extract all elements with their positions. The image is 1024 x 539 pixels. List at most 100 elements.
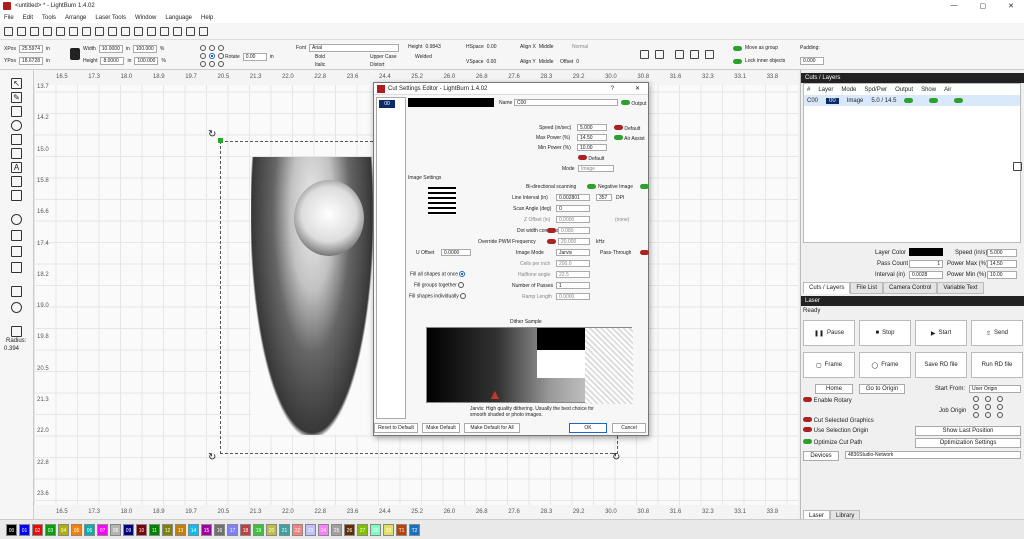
start-from-select[interactable]: User Origin [969,385,1021,393]
cancel-button[interactable]: Cancel [612,423,646,433]
tab-cuts-layers[interactable]: Cuts / Layers [803,282,851,294]
select-arrow-icon[interactable]: ↖ [11,78,22,89]
palette-swatch[interactable]: 21 [279,523,290,536]
frame-icon[interactable] [160,26,169,36]
layer-row[interactable]: C00 00 Image 5.0 / 14.5 [804,95,1020,106]
camera-icon[interactable] [173,26,182,36]
palette-swatch[interactable]: 19 [253,523,264,536]
reset-default-button[interactable]: Reset to Default [374,423,418,433]
layer-output-toggle[interactable] [904,98,914,103]
copy-icon[interactable] [69,26,78,36]
cut-selected-toggle[interactable] [803,417,812,422]
palette-swatch[interactable]: 05 [71,523,82,536]
u-offset-input[interactable]: 0.0000 [441,249,471,256]
padding-input[interactable]: 0.000 [800,57,824,65]
menu-file[interactable]: File [4,15,14,21]
rotate-input[interactable]: 0.00 [242,53,267,61]
z-offset-input[interactable]: 0.0000 [556,216,590,223]
speed-input[interactable]: 5.000 [987,249,1017,257]
palette-swatch[interactable]: 20 [266,523,277,536]
save-icon[interactable] [17,26,26,36]
maximize-button[interactable]: ▢ [980,2,987,10]
minimize-button[interactable]: — [951,2,958,10]
tab-camera-control[interactable]: Camera Control [883,282,938,294]
use-selection-origin-toggle[interactable] [803,427,812,432]
mode-select[interactable]: Image [578,165,614,172]
frame-rect-button[interactable]: ▢ Frame [803,352,855,378]
width-input[interactable]: 10.0000 [98,45,123,53]
move-group-toggle[interactable] [733,45,742,51]
rectangle-icon[interactable] [11,134,22,145]
name-input[interactable]: C00 [514,99,618,106]
scan-angle-input[interactable]: 0 [556,205,590,212]
open-icon[interactable] [4,26,13,36]
align-right-icon[interactable] [705,50,714,59]
line-icon[interactable] [11,106,22,117]
tools-icon[interactable] [199,26,208,36]
optimization-settings-button[interactable]: Optimization Settings [915,438,1021,448]
interval-input[interactable]: 0.0028 [909,271,943,279]
palette-swatch[interactable]: 23 [305,523,316,536]
selection-handle[interactable] [218,138,223,143]
italic-check[interactable]: Italic [315,62,325,68]
min-default-toggle[interactable] [578,155,587,160]
passes-input[interactable]: 1 [556,282,590,289]
boolean-icon[interactable] [11,230,22,241]
device-select[interactable]: 4836Studio-Network [845,451,1021,459]
palette-swatch[interactable]: 17 [227,523,238,536]
origin-radio[interactable] [985,412,991,418]
origin-radio[interactable] [997,412,1003,418]
align-left-icon[interactable] [675,50,684,59]
corner-radius-icon[interactable] [11,326,22,337]
power-max-input[interactable]: 14.50 [987,260,1017,268]
palette-swatch[interactable]: T1 [396,523,407,536]
palette-swatch[interactable]: 27 [357,523,368,536]
palette-swatch[interactable]: 18 [240,523,251,536]
height-input[interactable]: 8.0000 [100,57,125,65]
palette-swatch[interactable]: 22 [292,523,303,536]
palette-swatch[interactable]: 14 [188,523,199,536]
frame-round-button[interactable]: ◯ Frame [859,352,911,378]
speed-input[interactable]: 5.000 [577,124,607,131]
mirror-icon[interactable] [655,50,664,59]
palette-swatch[interactable]: 03 [45,523,56,536]
pass-count-input[interactable]: 1 [909,260,943,268]
font-select[interactable]: Arial [309,44,400,52]
palette-swatch[interactable]: T2 [409,523,420,536]
fill-groups-radio[interactable] [458,282,465,288]
palette-swatch[interactable]: 13 [175,523,186,536]
make-default-button[interactable]: Make Default [422,423,460,433]
dot-width-toggle[interactable] [547,228,556,233]
override-pwm-toggle[interactable] [547,239,556,244]
bold-check[interactable]: Bold [315,54,325,60]
override-pwm-input[interactable]: 20.000 [558,238,590,245]
fill-all-radio[interactable] [459,271,466,277]
menu-window[interactable]: Window [135,15,156,21]
show-last-position-button[interactable]: Show Last Position [915,426,1021,436]
close-button[interactable]: ✕ [1008,2,1014,10]
delete-icon[interactable] [95,26,104,36]
circle-tool-icon[interactable] [11,214,22,225]
fill-individual-radio[interactable] [460,293,467,299]
palette-swatch[interactable]: 02 [32,523,43,536]
width-pct-input[interactable]: 100.000 [132,45,157,53]
enable-rotary-toggle[interactable] [803,397,812,402]
dot-width-input[interactable]: 0.080 [558,227,590,234]
welded-check[interactable]: Welded [415,54,432,60]
palette-swatch[interactable]: 04 [58,523,69,536]
rotate-handle-icon[interactable]: ↻ [208,452,216,463]
palette-swatch[interactable]: 06 [84,523,95,536]
optimize-toggle[interactable] [803,439,812,444]
export-icon[interactable] [43,26,52,36]
palette-swatch[interactable]: 12 [162,523,173,536]
start-button[interactable]: ▶ Start [915,320,967,346]
measure-icon[interactable] [11,190,22,201]
layer-list-item[interactable]: 00 [379,100,395,108]
menu-tools[interactable]: Tools [42,15,56,21]
anchor-radio[interactable] [209,61,215,67]
stop-button[interactable]: ■ Stop [859,320,911,346]
palette-swatch[interactable]: 15 [201,523,212,536]
min-default-button[interactable]: Default [588,156,604,162]
offset-input[interactable]: 0 [576,59,579,65]
palette-swatch[interactable]: 00 [6,523,17,536]
